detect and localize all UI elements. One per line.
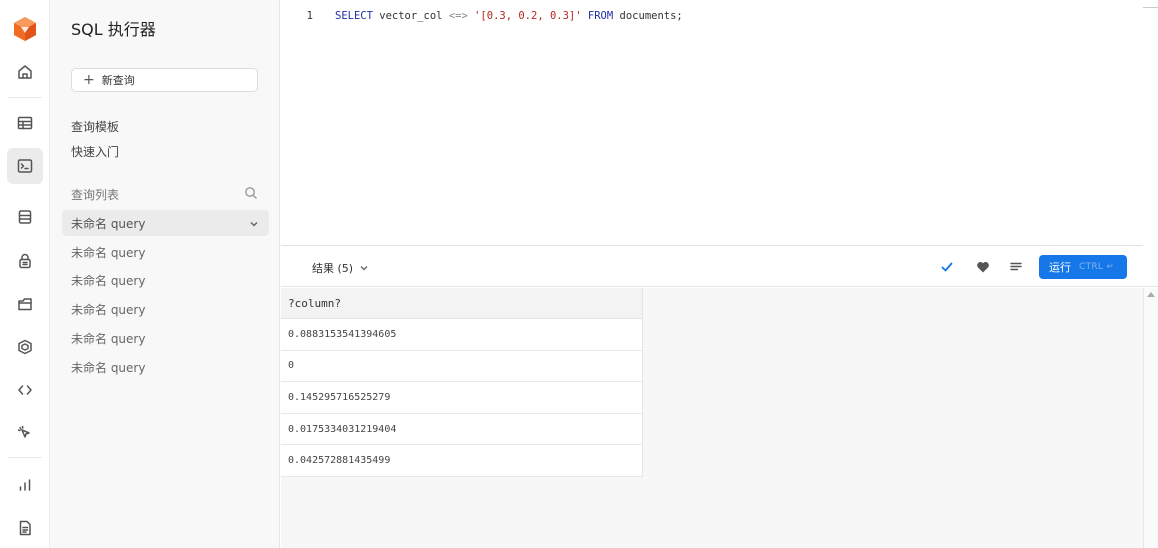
sql-identifier: vector_col [379,10,443,22]
search-icon[interactable] [244,186,258,200]
page-title: SQL 执行器 [71,20,156,39]
sql-identifier: documents; [619,10,683,22]
line-number: 1 [306,10,313,22]
results-tab[interactable]: 结果 (5) [312,260,369,276]
query-name: 未命名 query [71,360,146,375]
sql-operator: <=> [448,10,468,22]
quick-start-link[interactable]: 快速入门 [71,143,119,160]
run-shortcut-hint: CTRL ↵ [1079,262,1115,272]
chevron-down-icon[interactable] [359,263,369,273]
run-button-label: 运行 [1049,261,1071,274]
rail-divider [8,97,42,98]
query-list-item[interactable]: 未命名 query [62,296,269,322]
query-list-item[interactable]: 未命名 query [62,239,269,265]
sql-keyword: FROM [587,10,614,22]
query-list-item[interactable]: 未命名 query [62,325,269,351]
new-query-button[interactable]: + 新查询 [71,68,258,92]
heart-icon[interactable] [975,259,991,275]
query-name: 未命名 query [71,331,146,346]
table-row[interactable]: 0.0175334031219404 [281,414,642,446]
table-row[interactable]: 0.042572881435499 [281,445,642,477]
storage-icon[interactable] [7,286,43,322]
hexagon-icon[interactable] [7,329,43,365]
query-list-heading: 查询列表 [71,188,120,202]
home-icon[interactable] [7,54,43,90]
chart-icon[interactable] [7,467,43,503]
results-table: ?column? 0.0883153541394605 0 0.14529571… [281,288,643,477]
query-list-item[interactable]: 未命名 query [62,354,269,380]
document-icon[interactable] [7,510,43,546]
sql-editor[interactable]: 1 SELECT vector_col <=> '[0.3, 0.2, 0.3]… [281,0,1143,246]
results-scrollbar[interactable] [1143,288,1158,548]
lock-icon[interactable] [7,243,43,279]
editor-scrollbar[interactable] [1143,0,1158,8]
code-icon[interactable] [7,372,43,408]
results-tab-label: 结果 (5) [312,262,354,275]
query-list-item[interactable]: 未命名 query [62,210,269,236]
database-icon[interactable] [7,199,43,235]
terminal-icon[interactable] [7,148,43,184]
chevron-down-icon[interactable] [249,218,259,228]
query-templates-link[interactable]: 查询模板 [71,118,119,135]
cursor-icon[interactable] [7,415,43,451]
results-panel: ?column? 0.0883153541394605 0 0.14529571… [281,288,1143,548]
query-name: 未命名 query [71,302,146,317]
editor-line[interactable]: 1 SELECT vector_col <=> '[0.3, 0.2, 0.3]… [281,8,683,24]
query-name: 未命名 query [71,216,146,231]
table-row[interactable]: 0.0883153541394605 [281,319,642,351]
sql-keyword: SELECT [335,10,373,22]
results-toolbar: 结果 (5) 运行 CTRL ↵ [281,247,1158,287]
column-header[interactable]: ?column? [281,288,642,319]
icon-rail [0,0,50,548]
check-icon[interactable] [939,259,955,275]
table-icon[interactable] [7,105,43,141]
table-row[interactable]: 0.145295716525279 [281,382,642,414]
app-logo-icon[interactable] [12,16,38,42]
run-button[interactable]: 运行 CTRL ↵ [1039,255,1127,279]
table-row[interactable]: 0 [281,351,642,383]
plus-icon: + [83,72,95,88]
rail-divider [8,457,42,458]
new-query-label: 新查询 [101,74,135,87]
query-name: 未命名 query [71,245,146,260]
sidebar: SQL 执行器 + 新查询 查询模板 快速入门 查询列表 未命名 query 未… [50,0,280,548]
scroll-up-icon[interactable] [1147,292,1155,297]
query-name: 未命名 query [71,273,146,288]
query-list-item[interactable]: 未命名 query [62,267,269,293]
format-icon[interactable] [1008,259,1024,275]
sql-string: '[0.3, 0.2, 0.3]' [474,10,582,22]
